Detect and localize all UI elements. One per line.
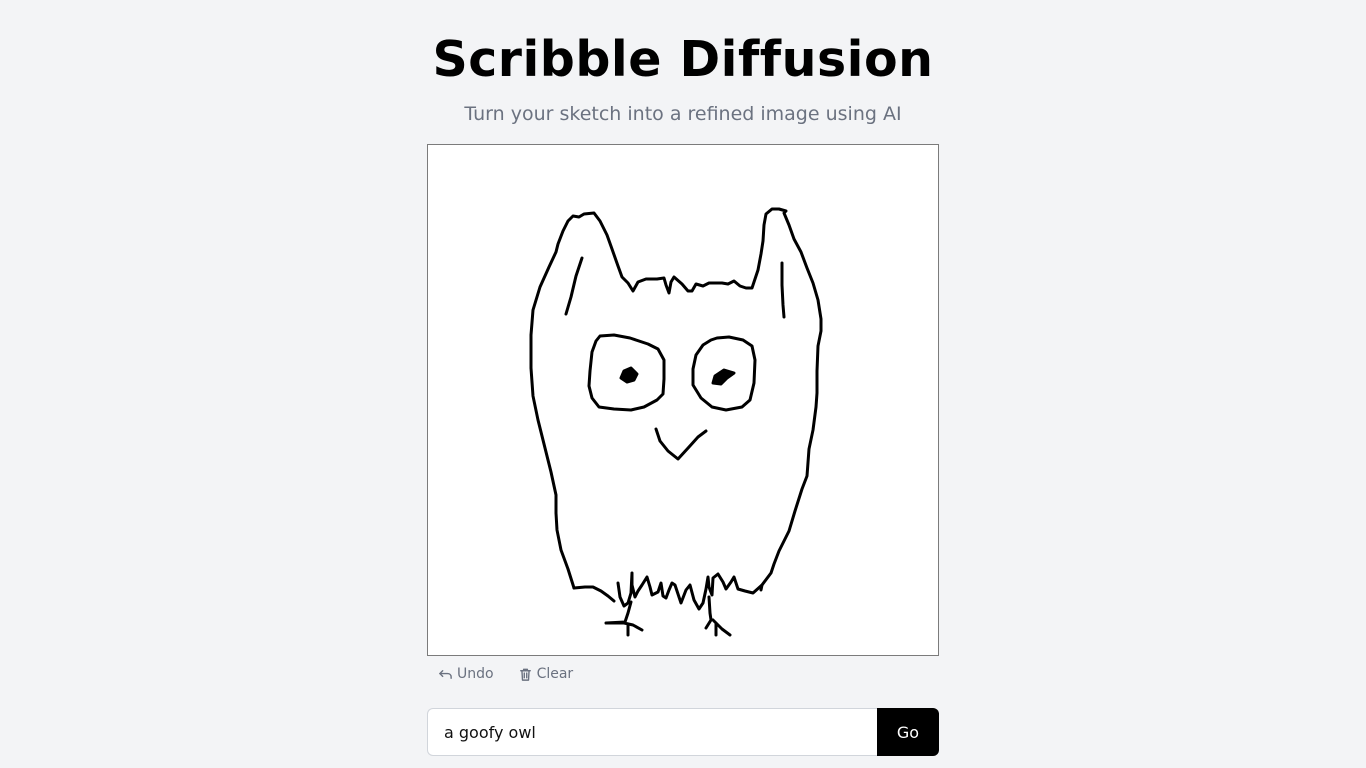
page: Scribble Diffusion Turn your sketch into… xyxy=(0,0,1366,768)
sketch-canvas[interactable] xyxy=(427,144,939,656)
owl-right-leg xyxy=(704,595,732,637)
owl-left-pupil xyxy=(619,366,639,384)
owl-right-pupil xyxy=(711,368,736,386)
page-subtitle: Turn your sketch into a refined image us… xyxy=(464,103,902,125)
clear-button[interactable]: Clear xyxy=(518,666,574,682)
go-button[interactable]: Go xyxy=(877,708,939,756)
owl-bottom-feathers xyxy=(572,571,764,611)
trash-icon xyxy=(518,667,533,682)
page-title: Scribble Diffusion xyxy=(432,31,934,88)
undo-button[interactable]: Undo xyxy=(438,666,494,682)
prompt-input[interactable] xyxy=(427,708,877,756)
owl-left-ear-line xyxy=(564,256,584,316)
owl-sketch-drawing xyxy=(529,207,823,637)
undo-label: Undo xyxy=(457,666,494,682)
prompt-form: Go xyxy=(427,708,939,756)
owl-beak xyxy=(654,427,708,461)
owl-right-ear-line xyxy=(780,261,786,319)
owl-body-left-outline xyxy=(529,207,823,592)
undo-arrow-icon xyxy=(438,667,453,682)
canvas-tools: Undo Clear xyxy=(438,662,597,686)
clear-label: Clear xyxy=(536,666,574,682)
